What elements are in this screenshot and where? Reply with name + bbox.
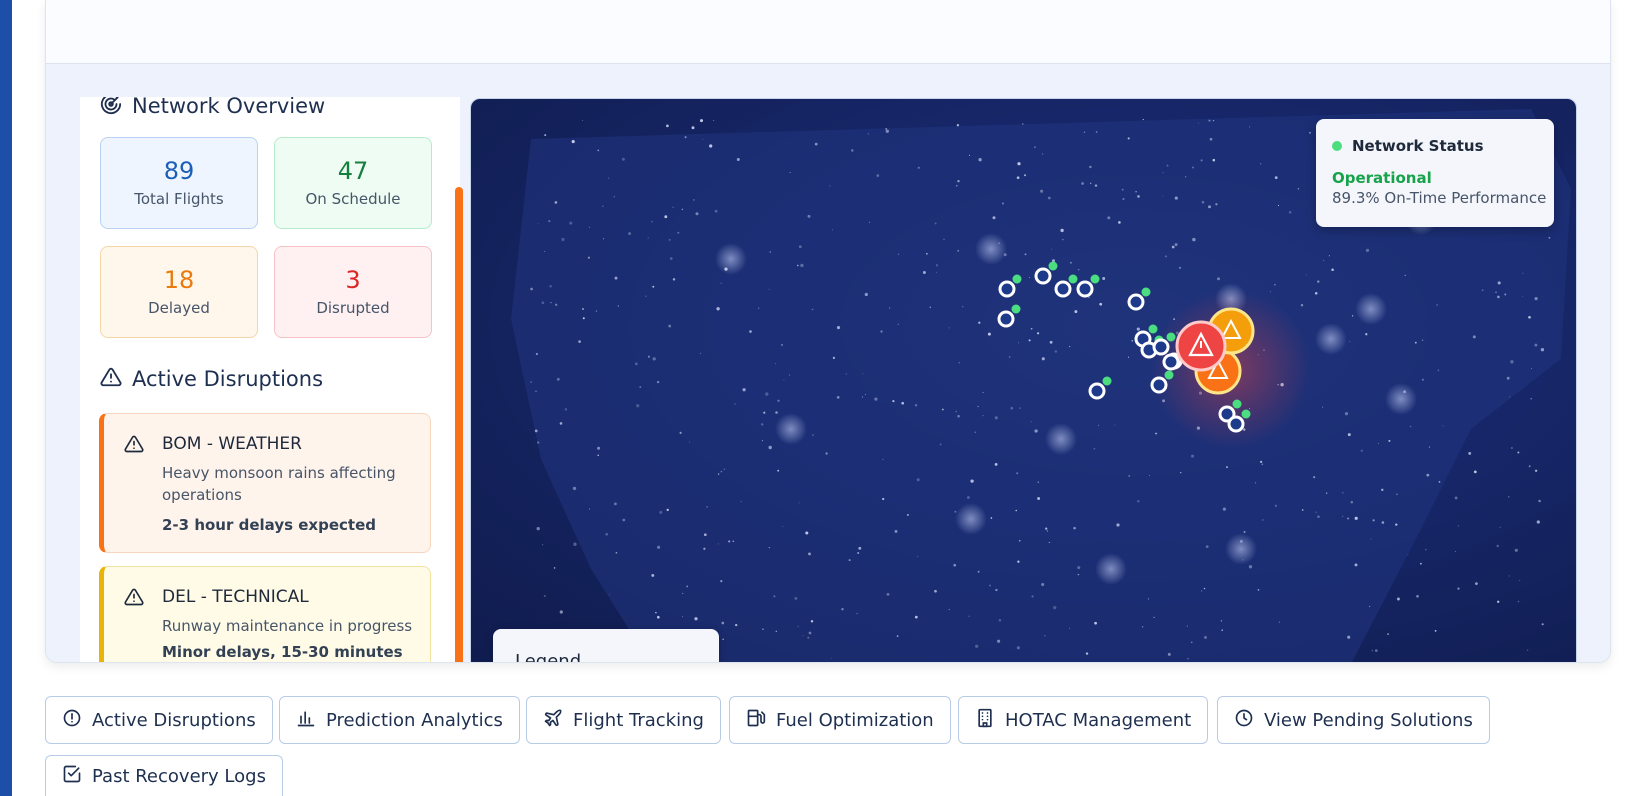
- on-time-dot: [1102, 376, 1112, 386]
- airport-marker[interactable]: [998, 280, 1016, 298]
- airport-marker[interactable]: [1162, 353, 1180, 371]
- button-label: Active Disruptions: [92, 709, 256, 731]
- on-time-performance: 89.3% On-Time Performance: [1332, 189, 1547, 207]
- on-time-dot: [1048, 261, 1058, 271]
- alert-marker-red[interactable]: [1175, 320, 1227, 372]
- stat-disrupted: 3 Disrupted: [274, 246, 432, 338]
- disruption-impact: Minor delays, 15-30 minutes: [162, 643, 403, 661]
- button-label: Flight Tracking: [573, 709, 704, 731]
- airport-marker[interactable]: [1088, 382, 1106, 400]
- button-label: HOTAC Management: [1005, 709, 1192, 731]
- status-dot: [1332, 141, 1342, 151]
- network-map[interactable]: Network Status Operational 89.3% On-Time…: [470, 98, 1577, 663]
- airport-marker[interactable]: [1076, 280, 1094, 298]
- warning-triangle-icon: [124, 434, 144, 458]
- button-label: Past Recovery Logs: [92, 765, 266, 787]
- active-disruptions-header: Active Disruptions: [100, 366, 323, 392]
- active-disruptions-button[interactable]: Active Disruptions: [45, 696, 273, 744]
- disruption-description: Heavy monsoon rains affecting operations: [162, 464, 396, 504]
- fuel-icon: [746, 708, 766, 733]
- airport-marker[interactable]: [1127, 293, 1145, 311]
- airport-marker[interactable]: [1227, 415, 1245, 433]
- stat-label: Delayed: [148, 299, 210, 318]
- network-status-value: Operational: [1332, 169, 1432, 187]
- on-time-dot: [1141, 287, 1151, 297]
- network-status-panel: Network Status Operational 89.3% On-Time…: [1316, 119, 1554, 227]
- past-recovery-logs-button[interactable]: Past Recovery Logs: [45, 755, 283, 796]
- network-overview-title: Network Overview: [132, 97, 326, 118]
- on-time-dot: [1012, 274, 1022, 284]
- disruption-impact: 2-3 hour delays expected: [162, 516, 376, 534]
- left-accent-bar: [0, 0, 12, 796]
- plane-icon: [543, 708, 563, 733]
- dashboard-card: Network Overview 89 Total Flights 47 On …: [45, 0, 1611, 663]
- on-time-dot: [1166, 332, 1176, 342]
- button-label: Prediction Analytics: [326, 709, 503, 731]
- prediction-analytics-button[interactable]: Prediction Analytics: [279, 696, 520, 744]
- warning-triangle-icon: [124, 587, 144, 611]
- scrollbar-thumb[interactable]: [455, 187, 463, 662]
- stat-label: On Schedule: [305, 190, 401, 209]
- warning-triangle-icon: [100, 366, 122, 392]
- active-disruptions-title: Active Disruptions: [132, 367, 324, 391]
- legend-title: Legend: [515, 651, 582, 663]
- card-header-area: [46, 0, 1610, 64]
- stat-value: 89: [163, 156, 195, 185]
- check-square-icon: [62, 764, 82, 789]
- on-time-dot: [1148, 324, 1158, 334]
- stat-value: 18: [163, 265, 195, 294]
- hotac-management-button[interactable]: HOTAC Management: [958, 696, 1209, 744]
- airport-marker[interactable]: [1054, 280, 1072, 298]
- disruption-card-bom[interactable]: BOM - WEATHER Heavy monsoon rains affect…: [99, 413, 431, 553]
- disruption-title: BOM - WEATHER: [162, 434, 302, 454]
- stat-delayed: 18 Delayed: [100, 246, 258, 338]
- stat-on-schedule: 47 On Schedule: [274, 137, 432, 229]
- bar-chart-icon: [296, 708, 316, 733]
- button-label: Fuel Optimization: [776, 709, 934, 731]
- stat-value: 47: [337, 156, 369, 185]
- on-time-dot: [1011, 304, 1021, 314]
- stat-label: Disrupted: [316, 299, 390, 318]
- airport-marker[interactable]: [1034, 267, 1052, 285]
- stat-total-flights: 89 Total Flights: [100, 137, 258, 229]
- airport-marker[interactable]: [1152, 338, 1170, 356]
- disruption-title: DEL - TECHNICAL: [162, 587, 309, 607]
- on-time-dot: [1241, 409, 1251, 419]
- on-time-dot: [1068, 274, 1078, 284]
- radar-icon: [100, 97, 122, 119]
- network-status-title: Network Status: [1352, 137, 1484, 155]
- alert-circle-icon: [62, 708, 82, 733]
- map-legend: Legend: [493, 629, 719, 663]
- network-overview-header: Network Overview: [100, 97, 325, 119]
- flight-tracking-button[interactable]: Flight Tracking: [526, 696, 721, 744]
- on-time-dot: [1164, 370, 1174, 380]
- stat-label: Total Flights: [134, 190, 224, 209]
- disruption-description: Runway maintenance in progress: [162, 617, 413, 635]
- clock-icon: [1234, 708, 1254, 733]
- fuel-optimization-button[interactable]: Fuel Optimization: [729, 696, 951, 744]
- airport-marker[interactable]: [1150, 376, 1168, 394]
- on-time-dot: [1232, 399, 1242, 409]
- on-time-dot: [1090, 274, 1100, 284]
- view-pending-solutions-button[interactable]: View Pending Solutions: [1217, 696, 1490, 744]
- stat-value: 3: [345, 265, 361, 294]
- building-icon: [975, 708, 995, 733]
- airport-marker[interactable]: [997, 310, 1015, 328]
- button-label: View Pending Solutions: [1264, 709, 1473, 731]
- disruption-card-del[interactable]: DEL - TECHNICAL Runway maintenance in pr…: [99, 566, 431, 662]
